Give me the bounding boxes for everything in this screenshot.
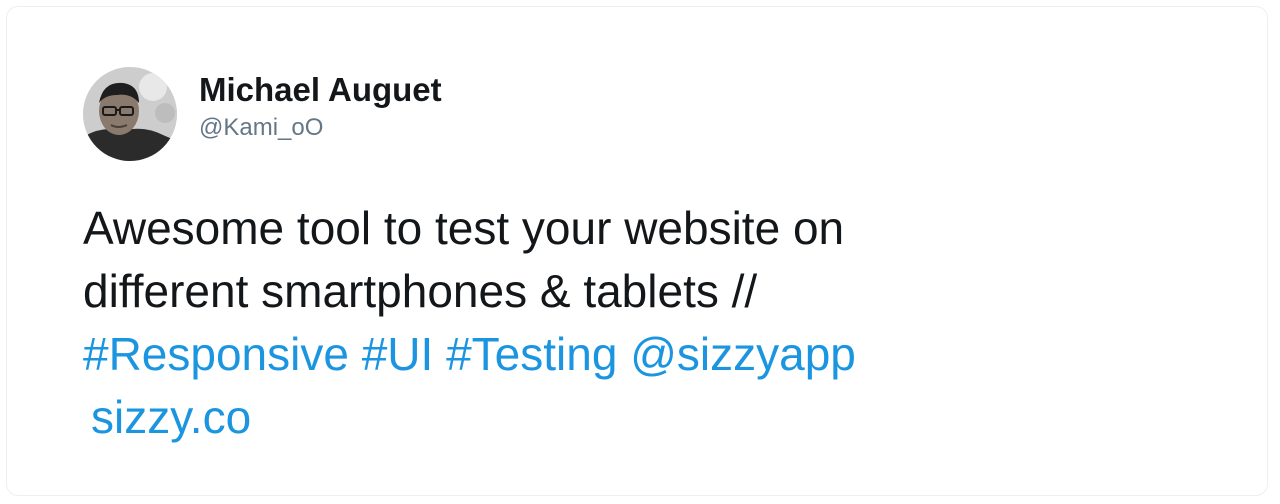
author-block: Michael Auguet @Kami_oO (199, 70, 442, 144)
tweet-line-1: Awesome tool to test your website on (83, 202, 845, 254)
avatar[interactable] (83, 67, 177, 161)
mention-sizzyapp[interactable]: @sizzyapp (630, 328, 856, 380)
tweet-line-2: different smartphones & tablets // (83, 265, 758, 317)
tweet-url-link[interactable]: sizzy.co (91, 391, 251, 443)
author-handle[interactable]: @Kami_oO (199, 112, 442, 144)
tweet-line-4: sizzy.co (83, 386, 1203, 449)
tweet-card: Michael Auguet @Kami_oO Awesome tool to … (6, 6, 1268, 496)
tweet-line-3: #Responsive #UI #Testing @sizzyapp (83, 323, 1203, 386)
tweet-text: Awesome tool to test your website on dif… (83, 197, 1203, 449)
person-avatar-icon (83, 67, 177, 161)
hashtag-testing[interactable]: #Testing (446, 328, 617, 380)
tweet-header: Michael Auguet @Kami_oO (83, 67, 442, 161)
author-name[interactable]: Michael Auguet (199, 70, 442, 110)
hashtag-ui[interactable]: #UI (362, 328, 434, 380)
hashtag-responsive[interactable]: #Responsive (83, 328, 349, 380)
